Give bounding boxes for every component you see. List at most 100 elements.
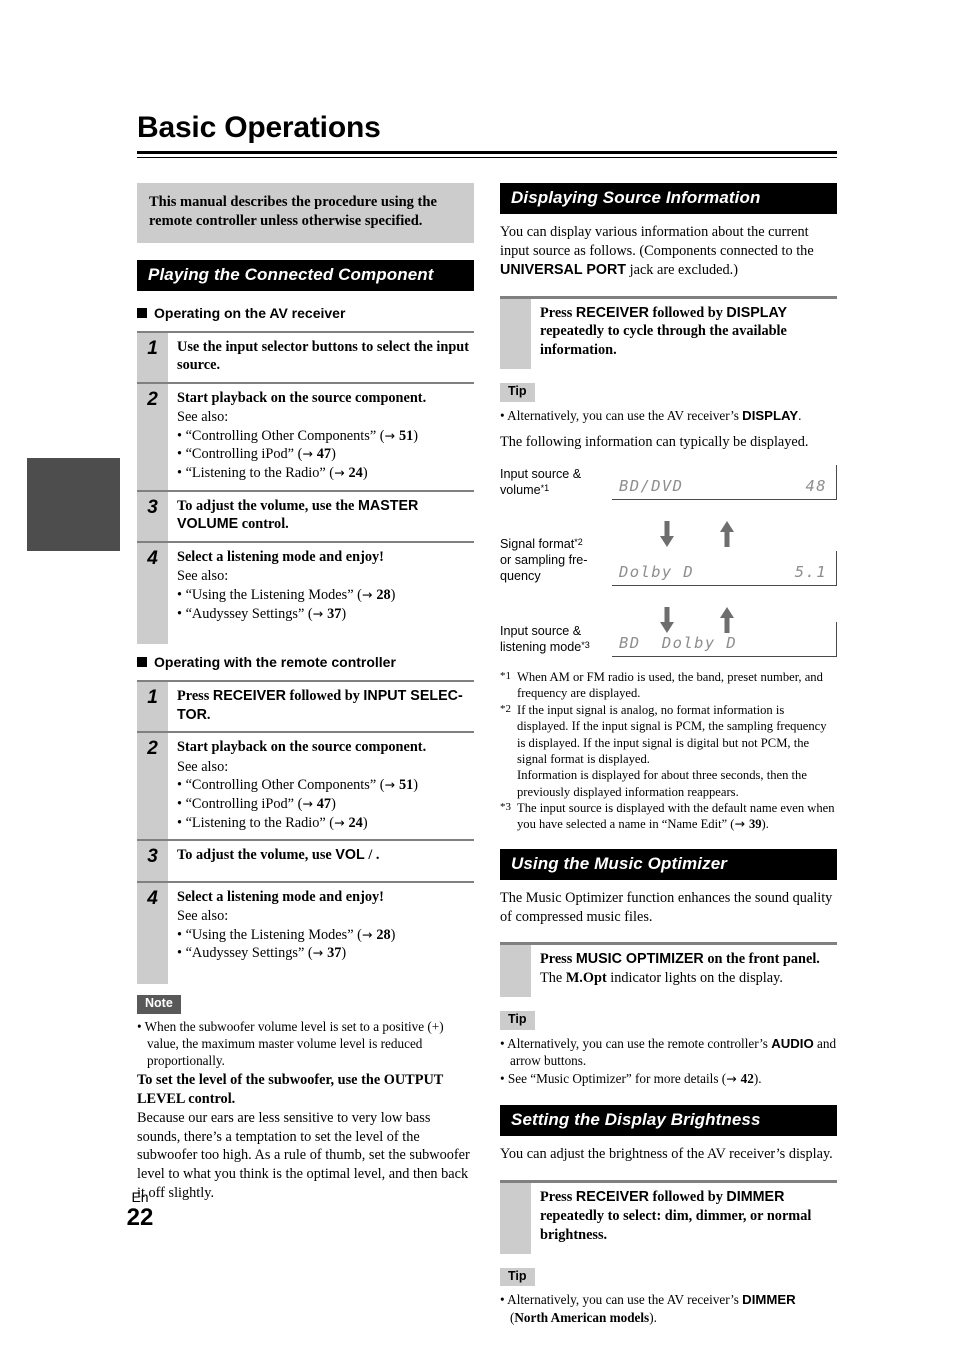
left-column: This manual describes the procedure usin… [137,183,474,1327]
step-body: To adjust the volume, use VOL / . [168,841,474,881]
section-heading-playing-connected-component: Playing the Connected Component [137,259,474,291]
section-heading-setting-display-brightness: Setting the Display Brightness [500,1105,837,1137]
step-lead: Start playback on the source component. [177,389,427,406]
xref-tail: ) [331,446,336,463]
display-flow-label: Signal format*2 or sampling fre- quency [500,536,612,586]
xref-text: • “Using the Listening Modes” ( [177,926,362,943]
instr-post: on the front panel. [703,951,820,968]
see-also-label: See also: [177,908,229,925]
button-name-audio: AUDIO [771,1035,814,1051]
arrow-right-icon: → [384,777,399,793]
xref-tail: ) [362,465,368,482]
subheading-label: Operating on the AV receiver [154,304,346,321]
intro-post: jack are excluded.) [626,261,738,278]
step-lead-mid: followed by [285,688,364,705]
footnote-item: *3 The input source is displayed with th… [500,800,837,833]
note-bullet: • When the subwoofer volume level is set… [137,1018,444,1068]
chapter-thumb-tab [27,458,120,551]
footnote-marker: *1 [500,669,517,702]
xref-page[interactable]: 37 [327,945,341,961]
steps-tail [137,630,474,645]
content-columns: This manual describes the procedure usin… [137,183,837,1327]
step-lead-post: / . [364,847,380,864]
lcd-panel-signal-format: Dolby D 5.1 [612,551,837,587]
list-item: • See “Music Optimizer” for more details… [500,1070,837,1087]
lcd-text-left: BD Dolby D [619,634,738,653]
instr-post: repeatedly to cycle through the availabl… [540,323,787,359]
bullet-square-icon [137,657,147,668]
lcd-text-left: Dolby D [619,563,695,582]
button-name-dimmer: DIMMER [742,1292,796,1308]
list-item: • “Audyssey Settings” (→ 37) [177,605,474,624]
footnote-marker: *3 [581,639,590,650]
footer-language: En [131,1189,149,1205]
xref-page[interactable]: 47 [317,796,331,812]
button-name-dimmer: DIMMER [726,1189,785,1206]
label-line-1: Input source & [500,623,582,638]
cross-reference-list: • “Controlling Other Components” (→ 51) … [177,776,474,832]
xref-page[interactable]: 51 [399,428,413,444]
instr-pre: Press [540,1189,576,1206]
xref-page[interactable]: 37 [327,606,341,622]
xref-tail: ) [413,427,419,444]
instruction-body: Press MUSIC OPTIMIZER on the front panel… [531,945,820,997]
step-lead: Select a listening mode and enjoy! [177,548,384,565]
subheading-operating-on-av-receiver: Operating on the AV receiver [137,305,474,321]
footnote-paragraph: Information is displayed for about three… [517,768,807,799]
button-name-display: DISPLAY [726,304,788,321]
subheading-label: Operating with the remote controller [154,654,396,671]
step-lead-pre: To adjust the volume, use the [177,497,358,514]
xref-page[interactable]: 39 [749,817,762,831]
button-name-receiver: RECEIVER [575,304,649,321]
footnote-item: *1 When AM or FM radio is used, the band… [500,669,837,702]
steps-tail [137,970,474,985]
xref-tail: ) [390,586,396,603]
step-lead-post: control. [238,516,289,533]
xref-page[interactable]: 28 [376,587,390,603]
list-item: • “Controlling Other Components” (→ 51) [177,427,474,446]
arrow-right-icon: → [312,605,328,621]
step-number: 4 [137,882,168,971]
flow-arrows [500,500,837,547]
xref-tail: ) [341,605,347,622]
arrow-right-icon: → [361,586,377,602]
xref-text: • “Listening to the Radio” ( [177,465,335,482]
instruction-marker [500,1183,531,1254]
xref-tail: ) [331,795,336,812]
button-name-receiver: RECEIVER [212,688,286,705]
footnote-mark-text: *1 [500,670,511,683]
xref-page[interactable]: 51 [399,777,413,793]
xref-page[interactable]: 24 [349,815,363,831]
note-paragraph: Because our ears are less sensitive to v… [137,1110,470,1201]
xref-page[interactable]: 42 [741,1071,754,1086]
step-number: 4 [137,542,168,631]
tip-text-pre: • Alternatively, you can use the AV rece… [500,407,743,423]
lcd-text-right: 48 [805,476,827,495]
step-body: Use the input selector buttons to select… [168,333,474,382]
step-body: Press RECEIVER followed by INPUT SELEC-T… [168,682,474,731]
step-lead-pre: Press [177,688,213,705]
instruction-body: Press RECEIVER followed by DISPLAY repea… [531,299,837,370]
manual-notice: This manual describes the procedure usin… [137,183,474,243]
tip-label: Tip [500,1011,535,1030]
xref-page[interactable]: 47 [317,446,331,462]
xref-page[interactable]: 24 [349,465,363,481]
step-body: Select a listening mode and enjoy! See a… [168,883,474,970]
jack-name-universal-port: UNIVERSAL PORT [500,261,627,278]
display-flow-row: Input source & listening mode*3 BD Dolby… [500,622,837,658]
manual-page: Basic Operations This manual describes t… [127,0,837,1351]
music-optimizer-intro: The Music Optimizer function enhances th… [500,889,833,925]
list-item: • Alternatively, you can use the AV rece… [500,1291,837,1325]
list-item: • “Listening to the Radio” (→ 24) [177,814,474,833]
step-body: Select a listening mode and enjoy! See a… [168,543,474,630]
xref-tail: ) [362,814,368,831]
section-heading-using-music-optimizer: Using the Music Optimizer [500,848,837,880]
footnote-item: *2 If the input signal is analog, no for… [500,702,837,800]
page-title: Basic Operations [137,111,381,144]
note-block: Note • When the subwoofer volume level i… [137,994,474,1202]
footnote-text: If the input signal is analog, no format… [517,702,837,800]
label-line-2: listening mode [500,640,582,655]
tip-block-display: Tip • Alternatively, you can use the AV … [500,382,837,424]
list-item: • “Audyssey Settings” (→ 37) [177,944,474,963]
xref-page[interactable]: 28 [376,927,390,943]
